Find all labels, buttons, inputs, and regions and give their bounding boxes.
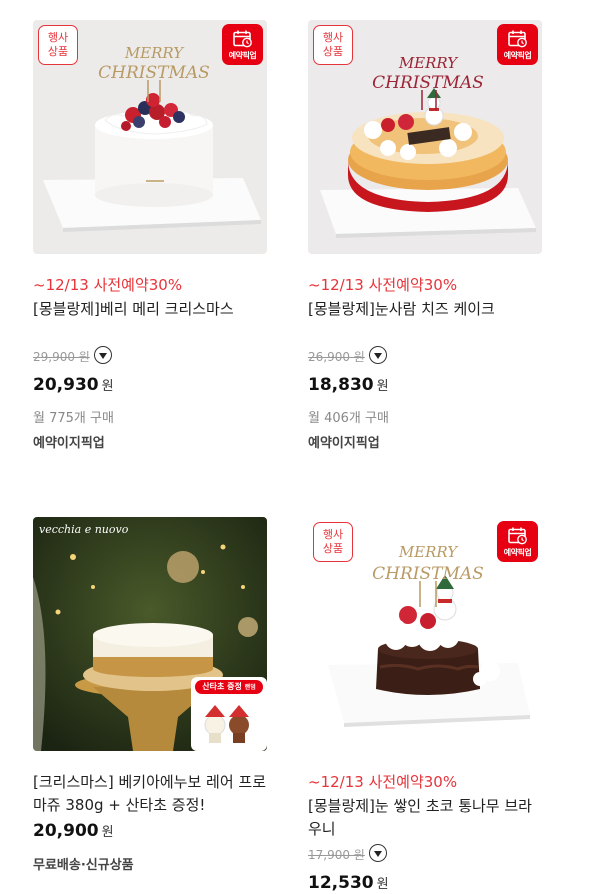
event-product-badge: 행사 상품 bbox=[38, 25, 78, 65]
reservation-pickup-badge: 예약픽업 bbox=[497, 521, 538, 562]
delivery-tag: 무료배송·신규상품 bbox=[33, 858, 134, 873]
delivery-tag: 예약이지픽업 bbox=[33, 436, 105, 451]
product-name[interactable]: [몽블랑제]눈 쌓인 초코 통나무 브라우니 bbox=[308, 795, 544, 841]
product-name[interactable]: [몽블랑제]베리 메리 크리스마스 bbox=[33, 298, 269, 321]
sale-price: 20,930 원 bbox=[33, 375, 114, 395]
chevron-down-icon[interactable] bbox=[369, 844, 387, 862]
promo-text: ~12/13 사전예약30% bbox=[33, 276, 183, 294]
promo-text: ~12/13 사전예약30% bbox=[308, 773, 458, 791]
sale-price: 18,830 원 bbox=[308, 375, 389, 395]
cake-topper-text: MERRY bbox=[398, 54, 459, 72]
original-price: 26,900 원 bbox=[308, 350, 365, 364]
event-product-badge: 행사 상품 bbox=[313, 522, 353, 562]
event-product-badge: 행사 상품 bbox=[313, 25, 353, 65]
delivery-tag: 예약이지픽업 bbox=[308, 436, 380, 451]
original-price: 17,900 원 bbox=[308, 848, 365, 862]
cake-topper-text: CHRISTMAS bbox=[98, 63, 210, 83]
calendar-clock-icon bbox=[508, 30, 528, 48]
gift-label: 산타초 증정 랜덤 bbox=[202, 682, 256, 691]
cake-topper-text: CHRISTMAS bbox=[372, 73, 484, 93]
cake-topper-text: CHRISTMAS bbox=[372, 564, 484, 584]
calendar-clock-icon bbox=[233, 30, 253, 48]
reservation-pickup-badge: 예약픽업 bbox=[222, 24, 263, 65]
sale-price: 20,900 원 bbox=[33, 821, 114, 841]
cake-topper-text: MERRY bbox=[398, 543, 459, 561]
original-price: 29,900 원 bbox=[33, 350, 90, 364]
promo-text: ~12/13 사전예약30% bbox=[308, 276, 458, 294]
product-image[interactable]: MERRY CHRISTMAS 행사 상품 예약픽업 bbox=[33, 20, 267, 254]
calendar-clock-icon bbox=[508, 527, 528, 545]
cake-topper-text: MERRY bbox=[124, 44, 185, 62]
sale-price: 12,530 원 bbox=[308, 873, 389, 893]
chevron-down-icon[interactable] bbox=[369, 346, 387, 364]
brand-watermark: vecchia e nuovo bbox=[39, 523, 129, 536]
chevron-down-icon[interactable] bbox=[94, 346, 112, 364]
product-image[interactable]: vecchia e nuovo 산타초 증정 랜덤 bbox=[33, 517, 267, 751]
product-name[interactable]: [크리스마스] 베키아에누보 레어 프로마쥬 380g + 산타초 증정! bbox=[33, 771, 269, 817]
product-image[interactable]: MERRY CHRISTMAS 행사 상품 예약픽업 bbox=[308, 517, 542, 751]
product-image[interactable]: MERRY CHRISTMAS 행사 상품 예약픽업 bbox=[308, 20, 542, 254]
product-name[interactable]: [몽블랑제]눈사람 치즈 케이크 bbox=[308, 298, 544, 321]
monthly-purchase-count: 월 406개 구매 bbox=[308, 411, 389, 426]
reservation-pickup-badge: 예약픽업 bbox=[497, 24, 538, 65]
monthly-purchase-count: 월 775개 구매 bbox=[33, 411, 114, 426]
